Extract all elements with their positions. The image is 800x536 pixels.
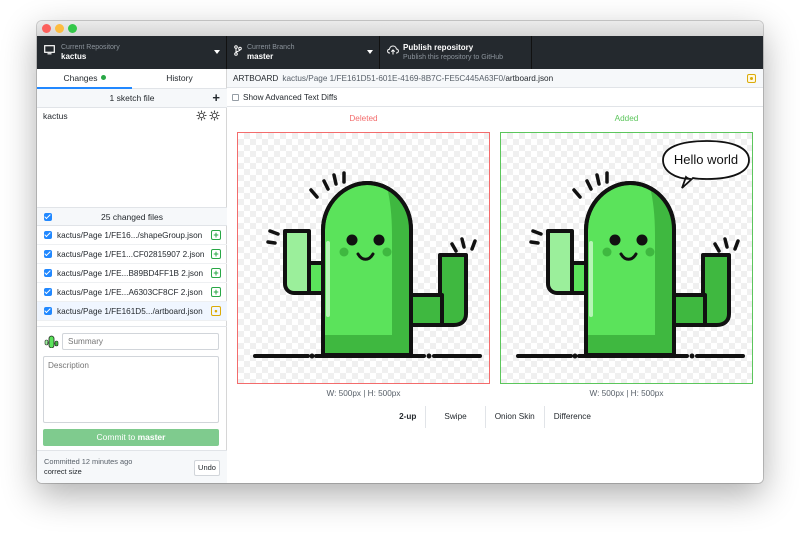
summary-input[interactable]: [62, 333, 219, 350]
monitor-icon: [44, 45, 55, 55]
tab-history[interactable]: History: [132, 69, 227, 88]
file-path: kactus/Page 1/FE161D5.../artboard.json: [57, 307, 203, 316]
file-include-checkbox[interactable]: [44, 231, 52, 239]
chevron-down-icon: [367, 50, 373, 54]
current-branch-caption: Current Branch: [247, 44, 295, 51]
added-image-preview: Hello world: [500, 132, 753, 384]
toolbar: Current Repository kactus Current Branch…: [37, 36, 763, 69]
gear-icon[interactable]: [196, 110, 207, 121]
mode-swipe[interactable]: Swipe: [426, 406, 486, 428]
added-label: Added: [614, 114, 639, 123]
plus-icon[interactable]: +: [212, 89, 220, 107]
commit-button[interactable]: Commit to master: [43, 429, 219, 446]
commit-button-branch: master: [137, 432, 166, 442]
file-path-bar: ARTBOARD kactus/Page 1/FE161D51-601E-4169…: [227, 69, 763, 88]
close-window-button[interactable]: [42, 24, 51, 33]
added-status-icon: +: [211, 249, 221, 259]
deleted-image-preview: [237, 132, 490, 384]
sketch-file-name: kactus: [43, 111, 68, 121]
modified-status-icon: [747, 74, 756, 83]
file-include-checkbox[interactable]: [44, 250, 52, 258]
advanced-text-diffs-checkbox[interactable]: [232, 94, 239, 101]
file-include-checkbox[interactable]: [44, 269, 52, 277]
sketch-files-header: 1 sketch file +: [37, 89, 227, 108]
diff-mode-selector: 2-up Swipe Onion Skin Difference: [227, 406, 763, 428]
undo-button[interactable]: Undo: [194, 460, 220, 476]
sketch-file-item[interactable]: kactus: [37, 108, 227, 124]
file-list-item[interactable]: kactus/Page 1/FE...A6303CF8CF 2.json +: [37, 283, 227, 302]
minimize-window-button[interactable]: [55, 24, 64, 33]
added-status-icon: +: [211, 230, 221, 240]
mode-difference[interactable]: Difference: [545, 406, 600, 428]
file-path: kactus/Page 1/FE...B89BD4FF1B 2.json: [57, 269, 204, 278]
current-branch-name: master: [247, 52, 274, 61]
diff-view: ARTBOARD kactus/Page 1/FE161D51-601E-4169…: [227, 69, 763, 483]
deleted-label: Deleted: [349, 114, 378, 123]
last-commit-message: correct size: [44, 467, 82, 476]
publish-repository-title: Publish repository: [403, 43, 474, 52]
advanced-text-diffs-toggle[interactable]: Show Advanced Text Diffs: [227, 88, 763, 107]
advanced-text-diffs-label: Show Advanced Text Diffs: [243, 93, 338, 102]
modified-status-icon: •: [211, 306, 221, 316]
sidebar: Changes History 1 sketch file + kactus 2…: [37, 69, 227, 483]
changed-files-count: 25 changed files: [101, 212, 163, 222]
deleted-image-dimensions: W: 500px | H: 500px: [326, 389, 401, 398]
changed-files-list: kactus/Page 1/FE16.../shapeGroup.json + …: [37, 226, 227, 321]
mode-2-up[interactable]: 2-up: [390, 406, 427, 428]
file-path: kactus/Page 1/FE1...CF02815907 2.json: [57, 250, 205, 259]
cactus-illustration: Hello world: [516, 140, 750, 359]
file-path: kactus/Page 1/FE...A6303CF8CF 2.json: [57, 288, 203, 297]
current-repository-name: kactus: [61, 52, 87, 61]
added-status-icon: +: [211, 268, 221, 278]
last-commit-time: Committed 12 minutes ago: [44, 457, 133, 466]
file-directory: kactus/Page 1/FE161D51-601E-4169-8B7C-FE…: [282, 74, 506, 83]
speech-bubble: Hello world: [662, 140, 750, 189]
publish-repository-caption: Publish this repository to GitHub: [403, 54, 503, 61]
added-status-icon: +: [211, 287, 221, 297]
changed-files-header: 25 changed files: [37, 207, 227, 226]
select-all-checkbox[interactable]: [44, 213, 52, 221]
file-path: kactus/Page 1/FE16.../shapeGroup.json: [57, 231, 203, 240]
description-input[interactable]: [43, 356, 219, 423]
mode-onion-skin[interactable]: Onion Skin: [486, 406, 545, 428]
current-branch-button[interactable]: Current Branch master: [227, 36, 380, 69]
cloud-upload-icon: [387, 45, 399, 55]
tab-changes[interactable]: Changes: [37, 69, 132, 89]
file-list-item[interactable]: kactus/Page 1/FE16.../shapeGroup.json +: [37, 226, 227, 245]
gear-icon[interactable]: [209, 110, 220, 121]
file-list-item[interactable]: kactus/Page 1/FE161D5.../artboard.json •: [37, 302, 227, 321]
publish-repository-button[interactable]: Publish repository Publish this reposito…: [380, 36, 532, 69]
file-include-checkbox[interactable]: [44, 288, 52, 296]
speech-bubble-text: Hello world: [674, 152, 738, 167]
current-repository-button[interactable]: Current Repository kactus: [37, 36, 227, 69]
cactus-illustration: [253, 171, 482, 359]
file-list-item[interactable]: kactus/Page 1/FE1...CF02815907 2.json +: [37, 245, 227, 264]
commit-button-prefix: Commit to: [96, 432, 138, 442]
file-include-checkbox[interactable]: [44, 307, 52, 315]
file-name: artboard.json: [505, 74, 554, 83]
file-type-label: ARTBOARD: [233, 74, 279, 83]
chevron-down-icon: [214, 50, 220, 54]
avatar: [44, 335, 59, 348]
sketch-files-count: 1 sketch file: [109, 93, 155, 103]
file-list-item[interactable]: kactus/Page 1/FE...B89BD4FF1B 2.json +: [37, 264, 227, 283]
commit-form: Commit to master: [37, 326, 227, 450]
tab-changes-label: Changes: [63, 73, 98, 83]
sidebar-tabs: Changes History: [37, 69, 227, 89]
added-image-dimensions: W: 500px | H: 500px: [589, 389, 664, 398]
changes-indicator-dot: [100, 75, 106, 80]
tab-history-label: History: [166, 73, 193, 83]
last-commit-bar: Committed 12 minutes ago correct size Un…: [37, 450, 227, 483]
zoom-window-button[interactable]: [68, 24, 77, 33]
git-branch-icon: [234, 45, 242, 56]
title-bar: [37, 21, 763, 36]
current-repository-caption: Current Repository: [61, 44, 120, 51]
app-window: Current Repository kactus Current Branch…: [37, 21, 763, 483]
